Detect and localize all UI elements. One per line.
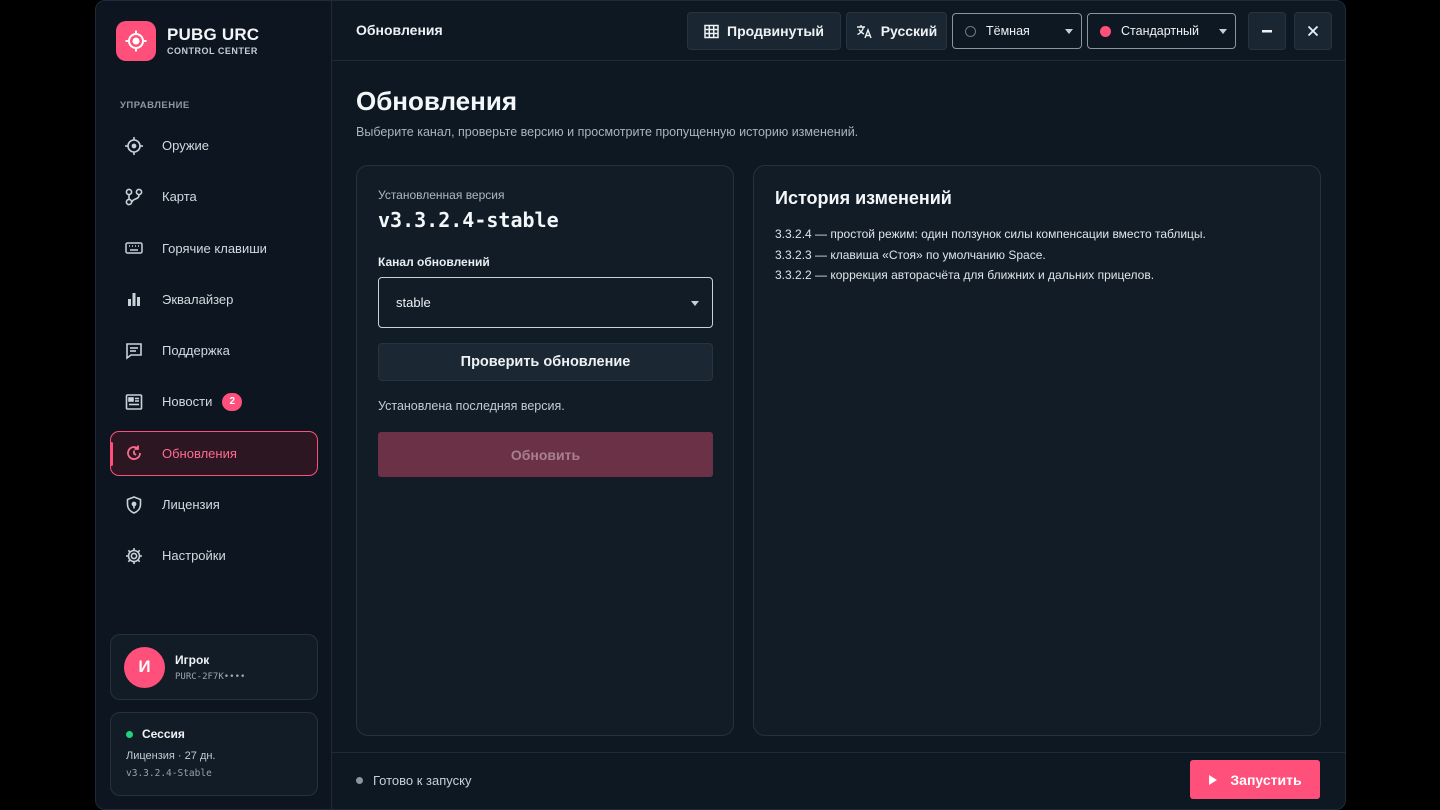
sidebar-item-label: Поддержка <box>162 343 230 359</box>
session-card: Сессия Лицензия · 27 дн. v3.3.2.4-Stable <box>110 712 318 796</box>
sidebar-item-updates[interactable]: Обновления <box>110 430 318 476</box>
changelog-item: 3.3.2.4 — простой режим: один ползунок с… <box>775 227 1206 241</box>
status-bar: Готово к запуску Запустить <box>332 752 1345 809</box>
session-status-dot <box>126 730 133 738</box>
sidebar-item-label: Карта <box>162 189 197 205</box>
ready-status-text: Готово к запуску <box>373 773 472 788</box>
advanced-mode-label: Продвинутый <box>727 23 824 39</box>
session-title: Сессия <box>142 727 185 741</box>
crosshair-logo-icon <box>116 21 156 61</box>
launch-label: Запустить <box>1230 771 1302 788</box>
chevron-down-icon <box>1065 29 1073 34</box>
sidebar-nav: Оружие Карта Горячие клавиши Эквалайзер … <box>110 123 318 585</box>
installed-version-label: Установленная версия <box>378 188 505 202</box>
update-channel-select[interactable]: stable <box>378 277 713 328</box>
chat-icon <box>124 341 144 361</box>
update-status-text: Установлена последняя версия. <box>378 399 565 413</box>
chevron-down-icon <box>691 301 699 306</box>
changelog-item: 3.3.2.3 — клавиша «Стоя» по умолчанию Sp… <box>775 247 1046 262</box>
sidebar-item-label: Горячие клавиши <box>162 240 267 256</box>
main-content: Обновления Выберите канал, проверьте вер… <box>332 62 1345 752</box>
update-channel-value: stable <box>396 295 431 310</box>
sidebar-item-label: Эквалайзер <box>162 291 234 307</box>
session-license: Лицензия · 27 дн. <box>126 750 216 762</box>
refresh-icon <box>124 443 144 463</box>
app-window: PUBG URC CONTROL CENTER УПРАВЛЕНИЕ Оружи… <box>95 0 1346 810</box>
sidebar-item-weapons[interactable]: Оружие <box>110 123 318 168</box>
sidebar: PUBG URC CONTROL CENTER УПРАВЛЕНИЕ Оружи… <box>96 1 332 809</box>
top-bar: Обновления Продвинутый Русский Тёмная Ст… <box>332 1 1345 61</box>
close-icon <box>1307 25 1319 37</box>
sidebar-item-news[interactable]: Новости 2 <box>110 379 318 424</box>
brand-title: PUBG URC <box>167 25 260 44</box>
changelog-title: История изменений <box>775 188 952 208</box>
advanced-mode-button[interactable]: Продвинутый <box>687 12 841 50</box>
user-card[interactable]: И Игрок PURC-2F7K•••• <box>110 634 318 700</box>
map-route-icon <box>124 187 144 207</box>
theme-select-value: Тёмная <box>986 24 1030 38</box>
nav-section-label: УПРАВЛЕНИЕ <box>120 100 190 111</box>
launch-button[interactable]: Запустить <box>1190 760 1320 799</box>
brand-subtitle: CONTROL CENTER <box>167 46 258 56</box>
ready-status-dot <box>356 777 363 784</box>
newspaper-icon <box>124 392 144 412</box>
minimize-icon <box>1262 30 1272 33</box>
gear-icon <box>124 546 144 566</box>
sidebar-item-map[interactable]: Карта <box>110 174 318 219</box>
sidebar-item-label: Оружие <box>162 138 210 153</box>
preset-select[interactable]: Стандартный <box>1087 13 1236 49</box>
changelog-item: 3.3.2.2 — коррекция авторасчёта для ближ… <box>775 268 1155 282</box>
sidebar-item-license[interactable]: Лицензия <box>110 482 318 527</box>
close-button[interactable] <box>1294 12 1332 50</box>
changelog-list: 3.3.2.4 — простой режим: один ползунок с… <box>775 224 1206 286</box>
sidebar-item-equalizer[interactable]: Эквалайзер <box>110 277 318 322</box>
theme-dot-icon <box>965 25 976 37</box>
crosshair-icon <box>124 136 144 156</box>
table-grid-icon <box>704 24 719 39</box>
sidebar-item-label: Новости <box>162 394 213 410</box>
user-name: Игрок <box>175 652 210 667</box>
bar-chart-icon <box>124 289 144 309</box>
language-button[interactable]: Русский <box>846 12 947 50</box>
session-version: v3.3.2.4-Stable <box>126 768 212 779</box>
changelog-card: История изменений 3.3.2.4 — простой режи… <box>753 165 1321 736</box>
page-title: Обновления <box>356 86 518 116</box>
sidebar-item-label: Лицензия <box>162 497 220 513</box>
user-id: PURC-2F7K•••• <box>175 671 246 682</box>
minimize-button[interactable] <box>1248 12 1286 50</box>
installed-version: v3.3.2.4-stable <box>378 208 559 232</box>
sidebar-item-settings[interactable]: Настройки <box>110 533 318 578</box>
shield-icon <box>124 495 144 515</box>
channel-label: Канал обновлений <box>378 255 490 269</box>
sidebar-item-label: Настройки <box>162 548 226 564</box>
sidebar-item-support[interactable]: Поддержка <box>110 328 318 373</box>
keyboard-icon <box>124 238 144 258</box>
sidebar-item-hotkeys[interactable]: Горячие клавиши <box>110 226 318 271</box>
brand: PUBG URC CONTROL CENTER <box>116 21 259 61</box>
chevron-down-icon <box>1219 29 1227 34</box>
news-count-badge: 2 <box>222 392 243 411</box>
page-subtitle: Выберите канал, проверьте версию и просм… <box>356 125 859 139</box>
sidebar-item-label: Обновления <box>162 445 237 461</box>
theme-select[interactable]: Тёмная <box>952 13 1082 49</box>
version-card: Установленная версия v3.3.2.4-stable Кан… <box>356 165 734 736</box>
play-icon <box>1208 774 1218 786</box>
avatar: И <box>124 646 165 688</box>
preset-select-value: Стандартный <box>1121 24 1199 38</box>
language-label: Русский <box>880 23 938 39</box>
translate-icon <box>856 24 873 39</box>
check-update-button[interactable]: Проверить обновление <box>378 343 713 381</box>
update-button[interactable]: Обновить <box>378 432 713 477</box>
preset-dot-icon <box>1100 25 1111 37</box>
header-title: Обновления <box>356 22 443 38</box>
